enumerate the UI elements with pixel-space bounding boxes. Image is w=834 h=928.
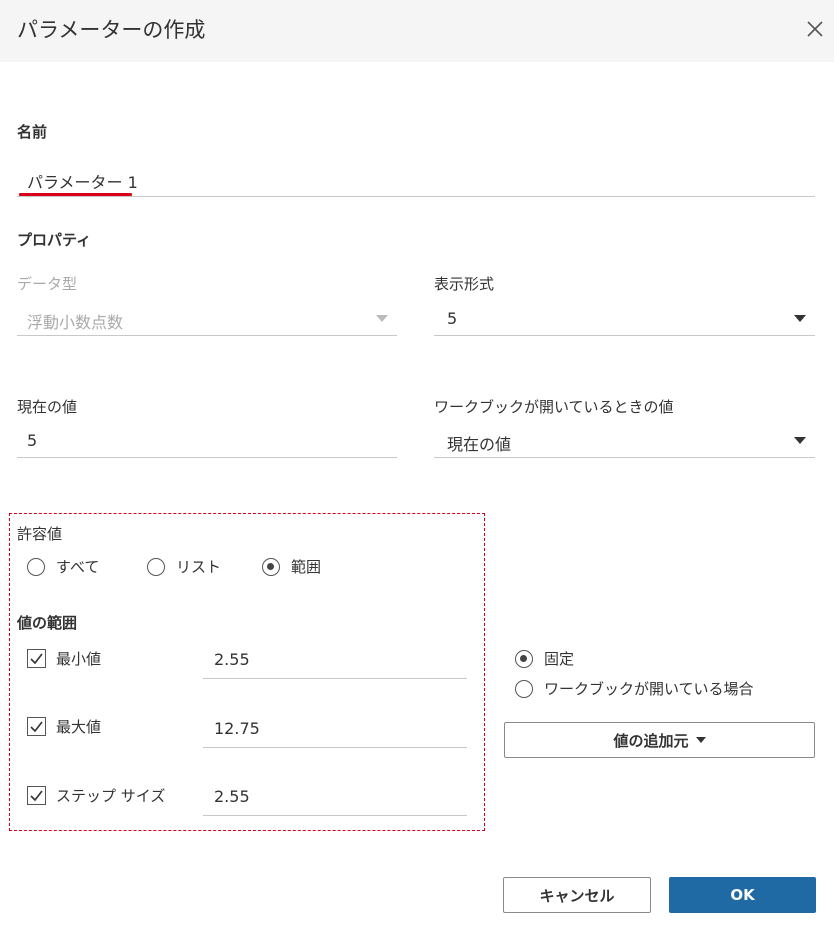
radio-list[interactable] [147, 558, 165, 576]
maximum-checkbox[interactable] [27, 717, 46, 736]
chevron-down-icon [376, 315, 388, 322]
workbook-open-value-underline [434, 457, 815, 458]
dialog-title: パラメーターの作成 [17, 18, 206, 42]
step-size-underline [203, 815, 467, 816]
name-input-underline [17, 196, 815, 197]
minimum-underline [203, 678, 467, 679]
maximum-label: 最大値 [56, 718, 102, 736]
current-value-label: 現在の値 [17, 398, 78, 416]
minimum-label: 最小値 [56, 650, 102, 668]
checkmark-icon [30, 653, 43, 665]
maximum-underline [203, 747, 467, 748]
caret-down-icon [695, 737, 706, 743]
radio-range[interactable] [262, 558, 280, 576]
workbook-open-value-label: ワークブックが開いているときの値 [434, 398, 674, 416]
radio-all-label[interactable]: すべて [56, 556, 99, 577]
step-size-checkbox[interactable] [27, 786, 46, 805]
chevron-down-icon[interactable] [794, 315, 806, 322]
current-value-input[interactable]: 5 [27, 431, 37, 450]
step-size-input[interactable]: 2.55 [214, 787, 250, 806]
name-label: 名前 [17, 123, 48, 141]
cancel-button[interactable]: キャンセル [503, 877, 651, 913]
checkmark-icon [30, 721, 43, 733]
name-highlight-mark [19, 193, 132, 196]
data-type-select: 浮動小数点数 [27, 313, 124, 332]
radio-when-workbook-opens-label[interactable]: ワークブックが開いている場合 [544, 678, 754, 699]
radio-fixed-label[interactable]: 固定 [544, 648, 574, 669]
minimum-checkbox[interactable] [27, 649, 46, 668]
minimum-input[interactable]: 2.55 [214, 650, 250, 669]
maximum-input[interactable]: 12.75 [214, 719, 260, 738]
radio-when-workbook-opens[interactable] [515, 680, 533, 698]
allowable-values-label: 許容値 [17, 525, 63, 543]
display-format-select[interactable]: 5 [447, 309, 457, 328]
range-label: 値の範囲 [17, 614, 78, 632]
radio-range-label[interactable]: 範囲 [291, 556, 321, 577]
ok-button[interactable]: OK [669, 877, 816, 913]
add-values-from-label: 値の追加元 [613, 731, 689, 750]
current-value-underline [17, 457, 397, 458]
display-format-label: 表示形式 [434, 275, 495, 293]
add-values-from-button[interactable]: 値の追加元 [504, 722, 815, 758]
properties-label: プロパティ [17, 231, 92, 249]
name-input[interactable]: パラメーター 1 [27, 169, 138, 193]
checkmark-icon [30, 790, 43, 802]
chevron-down-icon[interactable] [794, 437, 806, 444]
radio-list-label[interactable]: リスト [176, 556, 221, 577]
data-type-label: データ型 [17, 275, 78, 293]
radio-all[interactable] [27, 558, 45, 576]
close-icon[interactable] [800, 14, 830, 44]
display-format-underline [434, 335, 815, 336]
step-size-label: ステップ サイズ [56, 787, 166, 805]
workbook-open-value-select[interactable]: 現在の値 [447, 431, 511, 455]
data-type-underline [17, 335, 397, 336]
radio-fixed[interactable] [515, 650, 533, 668]
